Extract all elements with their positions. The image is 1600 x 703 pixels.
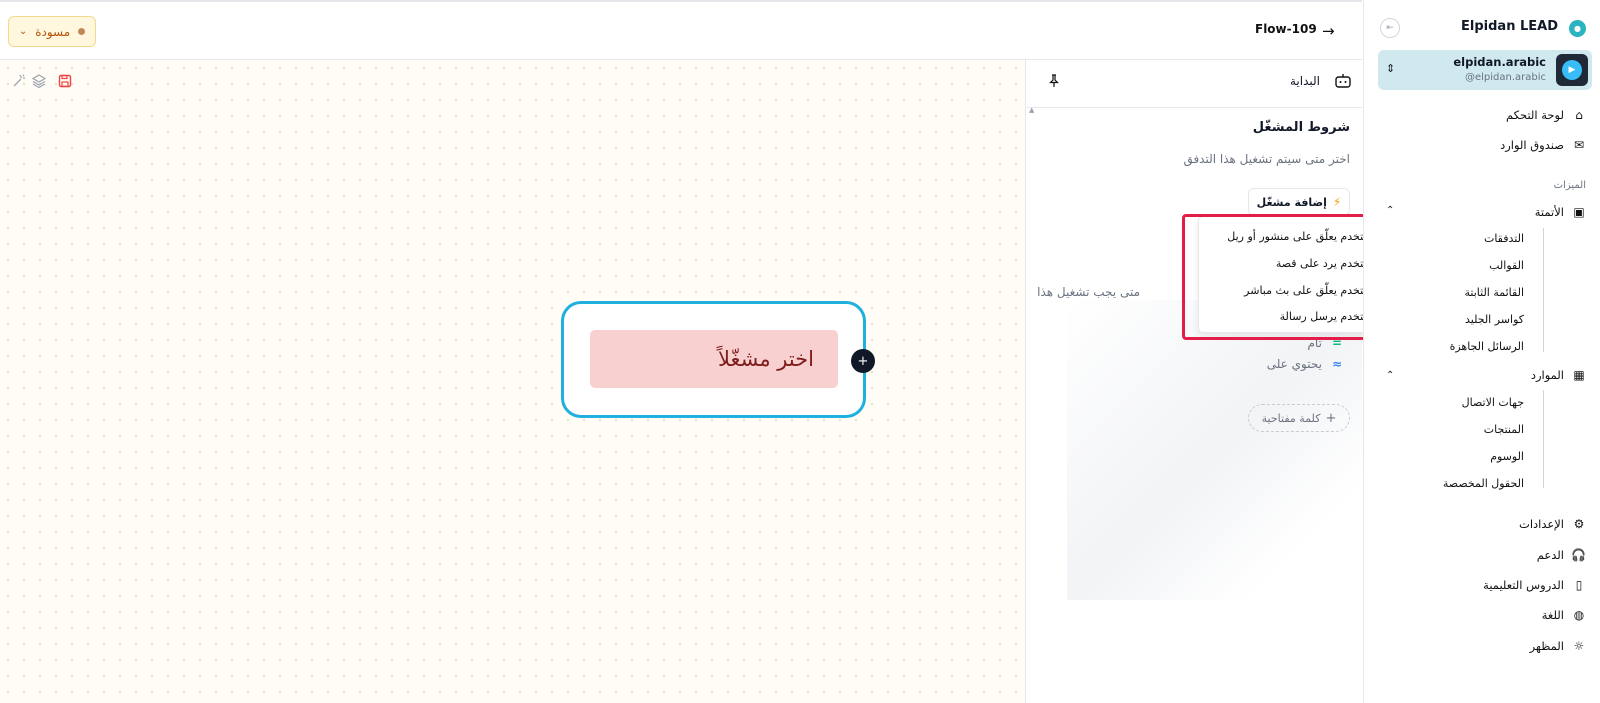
status-label: مسودة [35,24,71,39]
sidebar-item-label: اللغة [1541,608,1564,622]
add-keyword-button[interactable]: + كلمة مفتاحية [1248,404,1350,432]
section-label-features: الميزات [1553,180,1586,191]
sidebar-subitem-persistent-menu[interactable]: القائمة الثابتة [1465,286,1525,299]
sun-icon: ☼ [1573,639,1585,653]
automation-tree-line [1543,228,1544,352]
sidebar-item-label: المظهر [1529,639,1564,653]
sidebar-item-tutorials[interactable]: ▯ الدروس التعليمية [1483,578,1586,592]
layers-icon[interactable] [31,74,47,92]
sidebar-subitem-templates[interactable]: القوالب [1489,259,1524,272]
account-switcher[interactable]: ⇕ elpidan.arabic @elpidan.arabic ▶ [1378,50,1592,90]
save-icon[interactable] [58,74,72,92]
chevron-up-icon[interactable]: ⌃ [1386,205,1394,216]
sidebar-item-label: الدروس التعليمية [1483,578,1564,592]
sidebar-subitem-contacts[interactable]: جهات الاتصال [1462,396,1524,409]
chevron-down-icon: ⌄ [18,26,28,37]
inbox-icon: ✉ [1573,138,1585,152]
play-icon: ▶ [1562,60,1582,80]
sidebar-subitem-canned-messages[interactable]: الرسائل الجاهزة [1450,340,1524,353]
sidebar-item-inbox[interactable]: ✉ صندوق الوارد [1500,138,1586,152]
add-connection-handle[interactable]: + [851,349,875,373]
match-option-contains[interactable]: ≈ يحتوي على [1267,357,1342,371]
account-name: elpidan.arabic [1453,55,1546,69]
panel-title: البداية [1289,74,1320,88]
add-trigger-button[interactable]: ⚡ إضافة مشغّل [1248,188,1350,216]
sidebar-item-label: الأتمتة [1534,205,1564,219]
sidebar-item-label: الإعدادات [1519,517,1564,531]
sidebar-item-label: الموارد [1530,368,1564,382]
gear-icon: ⚙ [1573,517,1585,531]
sidebar-item-appearance[interactable]: ☼ المظهر [1530,639,1586,653]
chevron-up-icon[interactable]: ⌃ [1386,370,1394,381]
bot-icon: ▣ [1573,205,1585,219]
bot-icon [1334,73,1352,93]
sidebar-subitem-custom-fields[interactable]: الحقول المخصصة [1443,477,1524,490]
match-option-label: يحتوي على [1266,357,1322,371]
trigger-node-label: اختر مشغّلاً [590,330,838,388]
trigger-node[interactable]: اختر مشغّلاً [561,301,866,418]
sidebar-item-automation[interactable]: ▣ الأتمتة [1535,205,1586,219]
sidebar-item-label: صندوق الوارد [1500,138,1564,152]
arrow-right-icon[interactable]: → [1322,22,1335,40]
panel-header: البداية [1027,60,1362,108]
sidebar-item-settings[interactable]: ⚙ الإعدادات [1519,517,1586,531]
flow-title: Flow-109 [1255,22,1317,36]
sidebar-item-dashboard[interactable]: ⌂ لوحة التحكم [1506,108,1586,122]
account-handle: @elpidan.arabic [1464,72,1546,83]
brand-name: Elpidan LEAD [1461,19,1558,34]
section-title: شروط المشغّل [1252,120,1350,135]
chevron-up-down-icon: ⇕ [1386,62,1396,75]
magic-wand-icon[interactable] [12,74,26,92]
grid-icon: ▦ [1573,368,1585,382]
sidebar-subitem-icebreakers[interactable]: كواسر الجليد [1465,313,1524,326]
globe-icon: ◍ [1573,608,1585,622]
sidebar-subitem-tags[interactable]: الوسوم [1490,450,1524,463]
home-icon: ⌂ [1575,108,1583,122]
headphones-icon: 🎧 [1571,548,1586,562]
top-header: ⌄ مسودة Flow-109 → [0,0,1362,60]
sidebar-item-language[interactable]: ◍ اللغة [1542,608,1586,622]
book-icon: ▯ [1575,578,1583,592]
partial-description: متى يجب تشغيل هذا [1037,285,1140,299]
flow-canvas[interactable]: اختر مشغّلاً + [0,60,1026,703]
scroll-up-icon[interactable]: ▲ [1029,106,1034,114]
sidebar-subitem-flows[interactable]: التدفقات [1484,232,1524,245]
collapse-sidebar-icon[interactable]: ⇤ [1380,18,1400,38]
section-description: اختر متى سيتم تشغيل هذا التدفق [1183,152,1350,166]
approx-icon: ≈ [1331,357,1342,371]
brand-logo-icon: ● [1569,20,1586,37]
add-keyword-label: كلمة مفتاحية [1261,411,1321,425]
avatar: ▶ [1556,54,1588,86]
pin-icon[interactable] [1047,74,1061,92]
lightning-icon: ⚡ [1332,195,1342,209]
sidebar-item-label: الدعم [1536,548,1564,562]
add-trigger-label: إضافة مشغّل [1256,195,1327,209]
sidebar-item-resources[interactable]: ▦ الموارد [1531,368,1586,382]
draft-status-dropdown[interactable]: ⌄ مسودة [8,16,96,47]
sidebar-item-label: لوحة التحكم [1506,108,1564,122]
resources-tree-line [1543,390,1544,488]
sidebar-item-support[interactable]: 🎧 الدعم [1537,548,1586,562]
status-dot-icon [78,28,86,35]
trigger-panel: البداية ▲ شروط المشغّل اختر متى سيتم تشغ… [1027,60,1362,703]
sidebar-subitem-products[interactable]: المنتجات [1484,423,1524,436]
plus-icon: + [1325,410,1337,426]
